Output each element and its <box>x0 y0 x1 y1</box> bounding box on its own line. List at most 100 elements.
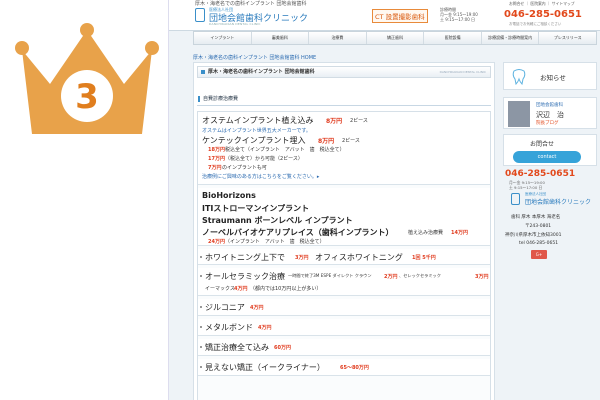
row2-line2: （税込全て）から可能（2ピース） <box>225 156 303 162</box>
price-row-invisible-ortho: 見えない矯正（イークライナー） 65～80万円 <box>198 359 490 376</box>
row1-note: 2ピース <box>350 118 368 124</box>
website-screenshot: 厚木・海老名での歯科インプラント 団地会館歯科 医療法人社団 団地会館歯科クリニ… <box>168 0 600 400</box>
row4-name2: オフィスホワイトニング <box>315 253 403 262</box>
bullet-icon <box>200 326 202 328</box>
doctor-box[interactable]: 団地会館歯科 沢辺 治 院長ブログ <box>503 97 597 129</box>
side-addr2: 〒243-0801 <box>525 224 552 229</box>
row5-price2: 3万円 <box>475 274 489 280</box>
row1-link[interactable]: オステムはインプラント世界五大メーカーです。 <box>202 127 311 134</box>
row2-note: 2ピース <box>342 138 360 144</box>
row2-price: 8万円 <box>318 138 335 145</box>
row2-name: ケンテックインプラント埋入 <box>202 136 306 145</box>
row3-nobel-price: 14万円 <box>451 230 468 236</box>
ct-badge: CT 設置撮影歯科 <box>372 9 428 23</box>
nav-orthodontics[interactable]: 矯正歯科 <box>367 32 425 44</box>
row8-price: 60万円 <box>274 345 291 351</box>
row6-price: 4万円 <box>250 305 264 311</box>
price-row-ortho: 矯正治療全て込み 60万円 <box>198 339 490 356</box>
side-addr1: 歯科 厚木 本厚木 海老名 <box>511 215 561 220</box>
tooth-icon <box>512 69 526 85</box>
news-label: お知らせ <box>540 74 566 82</box>
page-title-text: 厚木・海老名の歯科インプラント 団地会館歯科 <box>208 69 315 75</box>
side-addr3: 神奈川県厚木市上依知3001 <box>505 233 562 238</box>
side-addr4: tel 046-285-0651 <box>519 241 559 246</box>
bullet-icon <box>200 366 202 368</box>
price-row-metalbond: メタルボンド 4万円 <box>198 319 490 336</box>
news-box[interactable]: お知らせ <box>503 62 597 90</box>
row4-name: ホワイトニング上下で <box>205 253 285 262</box>
row3-biohorizons: BioHorizons <box>202 191 256 200</box>
row2-line3: のインプラントも可 <box>222 165 267 171</box>
row2-line2-price: 17万円 <box>208 156 225 162</box>
nav-equipment[interactable]: 医院設備 <box>424 32 482 44</box>
gplus-button[interactable]: G+ <box>531 250 547 259</box>
row3-total-price: 24万円 <box>208 239 225 245</box>
breadcrumb[interactable]: 厚木・海老名の歯科インプラント 団地会館歯科 HOME <box>193 54 316 61</box>
row2-line1-price: 18万円 <box>208 147 225 153</box>
row5-note2: 、セレックセラミック <box>399 273 441 278</box>
row3-straumann: Straumann ボーンレベル インプラント <box>202 216 353 225</box>
page-title-en: DANCHIKAIKAN DENTAL CLINIC <box>439 70 486 74</box>
row1-price: 8万円 <box>326 118 343 125</box>
row5-line2-note: （都内では10万円以上が多い） <box>250 286 322 292</box>
row5-line2: イーマックス <box>205 286 235 292</box>
price-row-brands: BioHorizons ITIストローマンインプラント Straumann ボー… <box>198 188 490 246</box>
price-row-ceramic: オールセラミック治療 一時間で終了3M ESPE ダイレクト クラウン 2万円 … <box>198 268 490 296</box>
row2-line1: 税込全て（インプラント アバット 歯 税込全て） <box>225 147 345 153</box>
price-row-whitening: ホワイトニング上下で 3万円 オフィスホワイトニング 1回 5千円 <box>198 249 490 265</box>
row7-price: 4万円 <box>258 325 272 331</box>
nav-implant[interactable]: インプラント <box>194 32 252 44</box>
section-title: 自費診療治療費 <box>197 93 491 106</box>
nav-hours[interactable]: 診療設備・診療時間案内 <box>482 32 540 44</box>
row1-name: オステムインプラント植え込み <box>202 116 314 125</box>
row4-price: 3万円 <box>295 255 309 261</box>
rank-number: 3 <box>75 77 99 117</box>
bullet-icon <box>200 275 202 277</box>
nav-cosmetic[interactable]: 審美歯科 <box>252 32 310 44</box>
row7-name: メタルボンド <box>205 323 253 332</box>
price-row-implant: オステムインプラント植え込み 8万円 2ピース オステムはインプラント世界五大メ… <box>198 112 490 185</box>
contact-label: お問合せ <box>530 141 555 148</box>
row6-name: ジルコニア <box>205 303 245 312</box>
price-row-zirconia: ジルコニア 4万円 <box>198 299 490 316</box>
row5-line2-price: 4万円 <box>234 286 248 292</box>
bullet-icon <box>200 346 202 348</box>
logo-en: DANCHIKAIKAN DENTAL CLINIC <box>209 22 261 26</box>
row8-name: 矯正治療全て込み <box>205 343 269 352</box>
doctor-blog[interactable]: 院長ブログ <box>536 120 559 126</box>
clinic-logo-icon <box>511 193 520 205</box>
header-phone[interactable]: 046-285-0651 <box>504 9 582 20</box>
row5-name: オールセラミック治療 <box>205 272 285 281</box>
row3-nobel-note: 植え込み治療費 <box>408 230 444 236</box>
side-phone[interactable]: 046-285-0651 <box>505 169 575 179</box>
bullet-icon <box>200 306 202 308</box>
row3-iti: ITIストローマンインプラント <box>202 204 310 213</box>
contact-button[interactable]: contact <box>513 151 581 163</box>
doctor-photo <box>508 101 530 127</box>
nav-press[interactable]: プレスリリース <box>539 32 596 44</box>
row2-line3-price: 7万円 <box>208 165 222 171</box>
side-clinic-name: 団地会館歯科クリニック <box>525 199 592 206</box>
row2-link[interactable]: 治療例にご興味のある方はこちらをご覧ください。▸ <box>202 173 319 180</box>
row5-price: 2万円 <box>384 274 398 280</box>
logo-icon[interactable] <box>195 8 205 22</box>
clinic-info-box: 046-285-0651 月～金 9:15～19:00 土 9:15～17:00… <box>503 169 597 269</box>
header-phone-sub: お電話でお気軽にご相談ください <box>509 22 562 26</box>
header-hours: 診療時間 月～金 9:15～19:00 土 9:15～17:00 日 <box>440 7 478 22</box>
doctor-clinic: 団地会館歯科 <box>536 103 563 108</box>
price-list: オステムインプラント植え込み 8万円 2ピース オステムはインプラント世界五大メ… <box>197 111 491 400</box>
main-content: 厚木・海老名の歯科インプラント 団地会館歯科 DANCHIKAIKAN DENT… <box>193 62 495 400</box>
row5-note: 一時間で終了3M ESPE ダイレクト クラウン <box>288 273 372 278</box>
doctor-name: 沢辺 治 <box>536 111 564 119</box>
site-header: 厚木・海老名での歯科インプラント 団地会館歯科 医療法人社団 団地会館歯科クリニ… <box>169 0 600 31</box>
header-links[interactable]: お問合せ ｜ 医院案内 ｜ サイトマップ <box>509 1 575 7</box>
row4-price2: 1回 5千円 <box>412 255 436 261</box>
row3-total-note: （インプラント アバット 歯 税込全て） <box>225 239 325 245</box>
header-tagline: 厚木・海老名での歯科インプラント 団地会館歯科 <box>195 1 307 7</box>
rank-panel: 3 <box>0 0 170 400</box>
page-title: 厚木・海老名の歯科インプラント 団地会館歯科 DANCHIKAIKAN DENT… <box>197 66 491 78</box>
side-hours2: 土 9:15～17:00 日 <box>509 185 543 190</box>
bullet-icon <box>200 256 202 258</box>
nav-fees[interactable]: 治療費 <box>309 32 367 44</box>
hours-saturday: 土 9:15～17:00 日 <box>440 17 476 22</box>
